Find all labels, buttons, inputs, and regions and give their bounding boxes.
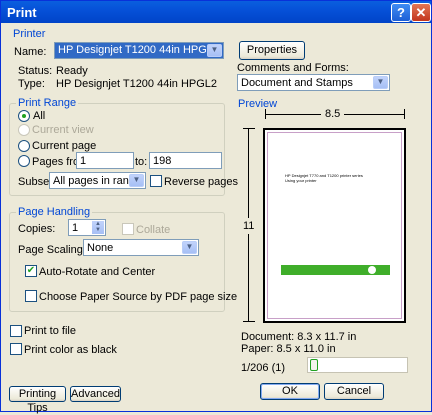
subset-select[interactable]: All pages in range ▼ <box>49 172 146 189</box>
brand-banner <box>281 265 390 275</box>
choose-paper-source-checkbox[interactable] <box>25 290 37 302</box>
width-label: 8.5 <box>321 108 345 120</box>
print-color-black-checkbox[interactable] <box>10 343 22 355</box>
print-dialog: Print ? ✕ Printer Name: HP Designjet T12… <box>0 0 432 414</box>
type-label: Type: <box>18 78 45 90</box>
close-icon[interactable]: ✕ <box>411 3 431 22</box>
chevron-down-icon[interactable]: ▼ <box>129 174 144 187</box>
hp-logo-icon <box>368 266 376 274</box>
copies-label: Copies: <box>18 223 56 235</box>
page-heading-line2: Using your printer <box>285 178 317 183</box>
pages-from-input[interactable]: 1 <box>76 152 134 169</box>
page-counter: 1/206 (1) <box>241 362 286 374</box>
print-range-label: Print Range <box>16 97 79 109</box>
choose-paper-source-label: Choose Paper Source by PDF page size <box>39 291 238 303</box>
slider-thumb[interactable] <box>310 359 318 371</box>
print-to-file-label: Print to file <box>24 325 76 337</box>
chevron-down-icon[interactable]: ▼ <box>373 76 388 89</box>
current-view-label: Current view <box>32 124 94 136</box>
pages-to-input[interactable]: 198 <box>149 152 222 169</box>
copies-input[interactable]: 1 ▲ ▼ <box>68 219 106 236</box>
comments-forms-select[interactable]: Document and Stamps ▼ <box>237 74 390 91</box>
advanced-button[interactable]: Advanced <box>70 386 121 402</box>
radio-current-view[interactable] <box>18 124 30 136</box>
printer-name-select[interactable]: HP Designjet T1200 44in HPGL2 ▼ <box>54 42 224 59</box>
height-label: 11 <box>243 218 255 234</box>
pages-to-label: to: <box>135 156 148 168</box>
auto-rotate-checkbox[interactable]: ✔ <box>25 265 37 277</box>
reverse-pages-checkbox[interactable] <box>150 175 162 187</box>
chevron-down-icon[interactable]: ▼ <box>207 44 222 57</box>
radio-pages[interactable] <box>18 155 30 167</box>
status-label: Status: <box>18 65 53 77</box>
paper-size: Paper: 8.5 x 11.0 in <box>241 343 336 355</box>
page-handling-label: Page Handling <box>16 206 93 218</box>
reverse-pages-label: Reverse pages <box>164 176 238 188</box>
help-icon[interactable]: ? <box>391 3 411 22</box>
height-dimension: 11 <box>243 128 255 322</box>
current-page-label: Current page <box>32 140 97 152</box>
print-color-black-label: Print color as black <box>24 344 117 356</box>
page-scaling-select[interactable]: None ▼ <box>83 239 199 256</box>
title-bar[interactable]: Print ? ✕ <box>1 1 431 23</box>
ok-button[interactable]: OK <box>260 383 320 400</box>
page-scaling-label: Page Scaling: <box>18 244 86 256</box>
all-label: All <box>33 110 46 122</box>
document-size: Document: 8.3 x 11.7 in <box>241 331 357 343</box>
printer-name-value: HP Designjet T1200 44in HPGL2 <box>58 44 220 56</box>
width-dimension: 8.5 <box>265 108 405 120</box>
chevron-down-icon[interactable]: ▼ <box>182 241 197 254</box>
preview-page: HP Designjet T770 and T1200 printer seri… <box>263 128 406 323</box>
status-value: Ready <box>56 65 88 77</box>
page-slider[interactable] <box>307 357 408 373</box>
collate-checkbox[interactable] <box>122 223 134 235</box>
radio-all[interactable] <box>18 110 30 122</box>
radio-current-page[interactable] <box>18 140 30 152</box>
comments-forms-label: Comments and Forms: <box>237 62 349 74</box>
window-title: Print <box>7 5 37 20</box>
printer-group-label: Printer <box>11 28 48 40</box>
printing-tips-button[interactable]: Printing Tips <box>9 386 66 414</box>
type-value: HP Designjet T1200 44in HPGL2 <box>56 78 218 90</box>
cancel-button[interactable]: Cancel <box>324 383 384 400</box>
spinner-icon[interactable]: ▲ ▼ <box>92 221 104 234</box>
collate-label: Collate <box>136 224 171 236</box>
print-to-file-checkbox[interactable] <box>10 325 22 337</box>
auto-rotate-label: Auto-Rotate and Center <box>39 266 156 278</box>
properties-button[interactable]: Properties <box>239 41 305 60</box>
printer-name-label: Name: <box>14 46 47 58</box>
